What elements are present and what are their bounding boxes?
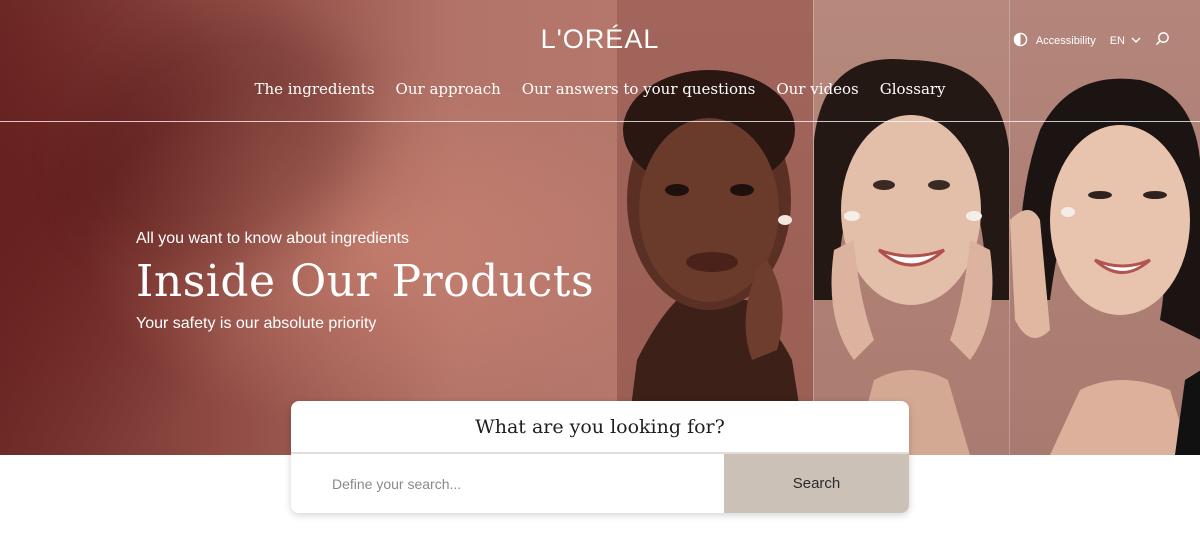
chevron-down-icon: [1131, 35, 1141, 47]
search-card: What are you looking for? Search: [291, 401, 909, 513]
search-button[interactable]: Search: [724, 454, 909, 513]
search-heading: What are you looking for?: [291, 401, 909, 454]
site-header: L'ORÉAL The ingredients Our approach Our…: [0, 0, 1200, 122]
search-row: Search: [291, 454, 909, 513]
header-utilities: Accessibility EN: [1013, 31, 1170, 51]
hero-subtitle: Your safety is our absolute priority: [136, 315, 377, 332]
nav-item-approach[interactable]: Our approach: [396, 80, 501, 98]
language-label: EN: [1109, 35, 1125, 47]
accessibility-toggle[interactable]: Accessibility: [1013, 32, 1096, 50]
search-input[interactable]: [291, 454, 724, 513]
hero-title: Inside Our Products: [136, 256, 595, 307]
nav-item-ingredients[interactable]: The ingredients: [254, 80, 374, 98]
nav-item-glossary[interactable]: Glossary: [880, 80, 946, 98]
contrast-icon: [1013, 32, 1028, 50]
nav-item-videos[interactable]: Our videos: [776, 80, 858, 98]
accessibility-label: Accessibility: [1035, 35, 1096, 47]
nav-item-answers[interactable]: Our answers to your questions: [522, 80, 756, 98]
hero-banner: L'ORÉAL The ingredients Our approach Our…: [0, 0, 1200, 455]
language-selector[interactable]: EN: [1110, 35, 1141, 47]
hero-intro: All you want to know about ingredients I…: [136, 230, 594, 333]
main-nav: The ingredients Our approach Our answers…: [0, 80, 1200, 98]
hero-tagline: All you want to know about ingredients: [136, 230, 410, 247]
search-icon[interactable]: [1155, 31, 1170, 51]
